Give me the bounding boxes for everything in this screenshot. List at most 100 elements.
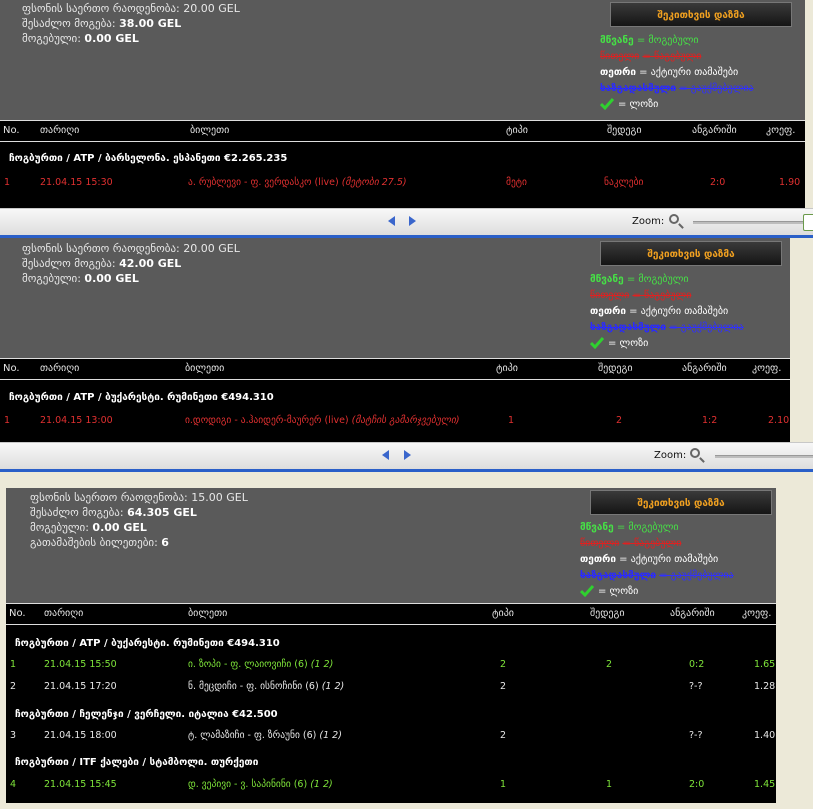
- max-win-label: შესაძლო მოგება:: [22, 17, 116, 30]
- zoom-label: Zoom:: [632, 216, 665, 227]
- table-header: No. თარიღი ბილეთი ტიპი შედეგი ანგარიში კ…: [6, 603, 776, 625]
- check-icon: [600, 98, 614, 111]
- row-ticket-match: დ. ვეპივი - ვ. საპინინი (6): [188, 779, 308, 790]
- col-date: თარიღი: [44, 608, 84, 619]
- zoom-slider-track[interactable]: [715, 455, 813, 458]
- row-score: ?-?: [689, 730, 703, 741]
- legend-check-desc: = ლოზი: [618, 99, 659, 110]
- row-ticket: ა. რუბლევი - ფ. ვერდასკო (live) (მეტობი …: [188, 177, 407, 188]
- bets-table: No. თარიღი ბილეთი ტიპი შედეგი ანგარიში კ…: [0, 120, 805, 208]
- check-icon: [590, 337, 604, 350]
- prev-page-icon[interactable]: [388, 216, 395, 226]
- row-no: 1: [10, 659, 17, 670]
- remaining-label: გათამაშების ბილეთები:: [30, 536, 158, 549]
- row-ticket-match: ი.დოდიგი - ა.ჰაიდერ-მაურერ (live): [185, 415, 349, 426]
- legend-red-key: წითელი: [590, 290, 630, 301]
- table-row[interactable]: 1 21.04.15 15:50 ი. ზოპი - ფ. ლაიოვიჩი (…: [6, 659, 776, 675]
- row-ticket-match: ა. რუბლევი - ფ. ვერდასკო (live): [188, 177, 339, 188]
- legend-blue-key: ხაზგადასმული: [590, 322, 667, 333]
- row-no: 3: [10, 730, 17, 741]
- table-header: No. თარიღი ბილეთი ტიპი შედეგი ანგარიში კ…: [0, 120, 805, 142]
- legend-green-desc: = მოგებული: [616, 522, 679, 533]
- zoom-toolbar: Zoom:: [0, 208, 813, 236]
- col-no: No.: [3, 363, 20, 374]
- row-type: 2: [500, 659, 507, 670]
- won-label: მოგებული:: [22, 32, 81, 45]
- event-group-title: ჩოგბურთი / ITF ქალები / სტამბოლი. თურქეთ…: [15, 757, 259, 768]
- row-no: 2: [10, 681, 17, 692]
- legend-check-desc: = ლოზი: [598, 586, 639, 597]
- row-no: 1: [4, 415, 11, 426]
- total-bet-value: 20.00 GEL: [183, 2, 240, 15]
- next-page-icon[interactable]: [404, 450, 411, 460]
- zoom-out-icon[interactable]: [690, 448, 700, 458]
- max-win-label: შესაძლო მოგება:: [30, 506, 124, 519]
- legend-white-key: თეთრი: [590, 306, 626, 317]
- col-odds: კოეფ.: [742, 608, 772, 619]
- legend-red-desc: = წაგებული: [642, 51, 702, 62]
- row-result: ნაკლები: [604, 177, 644, 188]
- table-row[interactable]: 1 21.04.15 13:00 ი.დოდიგი - ა.ჰაიდერ-მაუ…: [0, 415, 790, 431]
- col-no: No.: [9, 608, 26, 619]
- legend-red-desc: = წაგებული: [622, 538, 682, 549]
- color-legend: მწვანე = მოგებული წითელი = წაგებული თეთრ…: [600, 33, 754, 113]
- won-label: მოგებული:: [22, 272, 81, 285]
- won-value: 0.00 GEL: [84, 32, 139, 45]
- col-date: თარიღი: [40, 125, 80, 136]
- won-label: მოგებული:: [30, 521, 89, 534]
- table-row[interactable]: 3 21.04.15 18:00 ტ. ლამაზიჩი - ფ. ზრაუნი…: [6, 730, 776, 746]
- max-win-label: შესაძლო მოგება:: [22, 257, 116, 270]
- zoom-toolbar: Zoom:: [0, 442, 813, 470]
- legend-white-desc: = აქტიური თამაშები: [629, 306, 729, 317]
- zoom-slider-thumb[interactable]: [803, 214, 813, 231]
- bet-panel-2: ფსონის საერთო რაოდენობა: 20.00 GEL შესაძ…: [0, 238, 790, 442]
- row-date: 21.04.15 15:30: [40, 177, 113, 188]
- legend-check-desc: = ლოზი: [608, 338, 649, 349]
- bet-summary: ფსონის საერთო რაოდენობა: 15.00 GEL შესაძ…: [30, 490, 248, 550]
- table-row[interactable]: 1 21.04.15 15:30 ა. რუბლევი - ფ. ვერდასკ…: [0, 177, 805, 193]
- col-ticket: ბილეთი: [190, 125, 230, 136]
- event-group-title: ჩოგბურთი / ATP / ბუქარესტი. რუმინეთი €49…: [15, 638, 280, 649]
- max-win-value: 42.00 GEL: [119, 257, 182, 270]
- next-page-icon[interactable]: [409, 216, 416, 226]
- row-ticket-note: (1 2): [321, 681, 345, 692]
- col-odds: კოეფ.: [752, 363, 782, 374]
- legend-red-key: წითელი: [580, 538, 620, 549]
- col-ticket: ბილეთი: [185, 363, 225, 374]
- bet-summary: ფსონის საერთო რაოდენობა: 20.00 GEL შესაძ…: [22, 1, 240, 46]
- bet-button[interactable]: შეკითხვის დაზმა: [610, 2, 792, 27]
- row-no: 1: [4, 177, 11, 188]
- event-group-title: ჩოგბურთი / ATP / ბუქარესტი. რუმინეთი €49…: [9, 392, 274, 403]
- row-no: 4: [10, 779, 17, 790]
- legend-red-key: წითელი: [600, 51, 640, 62]
- row-ticket: ი.დოდიგი - ა.ჰაიდერ-მაურერ (live) (მატჩი…: [185, 415, 460, 426]
- legend-green-key: მწვანე: [580, 522, 614, 533]
- zoom-slider-track[interactable]: [693, 221, 805, 224]
- table-row[interactable]: 4 21.04.15 15:45 დ. ვეპივი - ვ. საპინინი…: [6, 779, 776, 795]
- col-odds: კოეფ.: [766, 125, 796, 136]
- total-bet-label: ფსონის საერთო რაოდენობა:: [22, 242, 180, 255]
- divider: [0, 469, 813, 472]
- bet-button[interactable]: შეკითხვის დაზმა: [600, 241, 782, 266]
- row-date: 21.04.15 15:50: [44, 659, 117, 670]
- legend-red-desc: = წაგებული: [632, 290, 692, 301]
- won-value: 0.00 GEL: [84, 272, 139, 285]
- col-type: ტიპი: [506, 125, 528, 136]
- event-group-title: ჩოგბურთი / ჩელენჯი / ვერჩელი. იტალია €42…: [15, 709, 278, 720]
- legend-white-desc: = აქტიური თამაშები: [619, 554, 719, 565]
- bet-button[interactable]: შეკითხვის დაზმა: [590, 490, 772, 515]
- legend-green-desc: = მოგებული: [626, 274, 689, 285]
- row-ticket: დ. ვეპივი - ვ. საპინინი (6) (1 2): [188, 779, 333, 790]
- legend-blue-desc: = გაუქმებულია: [659, 570, 734, 581]
- row-ticket-match: ი. ზოპი - ფ. ლაიოვიჩი (6): [188, 659, 308, 670]
- max-win-value: 64.305 GEL: [127, 506, 197, 519]
- col-score: ანგარიში: [670, 608, 715, 619]
- col-result: შედეგი: [590, 608, 625, 619]
- legend-green-key: მწვანე: [590, 274, 624, 285]
- color-legend: მწვანე = მოგებული წითელი = წაგებული თეთრ…: [580, 520, 734, 600]
- zoom-out-icon[interactable]: [669, 214, 679, 224]
- table-row[interactable]: 2 21.04.15 17:20 ნ. მეცდიჩი - ფ. ისნოჩინ…: [6, 681, 776, 697]
- row-score: 2:0: [689, 779, 705, 790]
- legend-green-desc: = მოგებული: [636, 35, 699, 46]
- prev-page-icon[interactable]: [382, 450, 389, 460]
